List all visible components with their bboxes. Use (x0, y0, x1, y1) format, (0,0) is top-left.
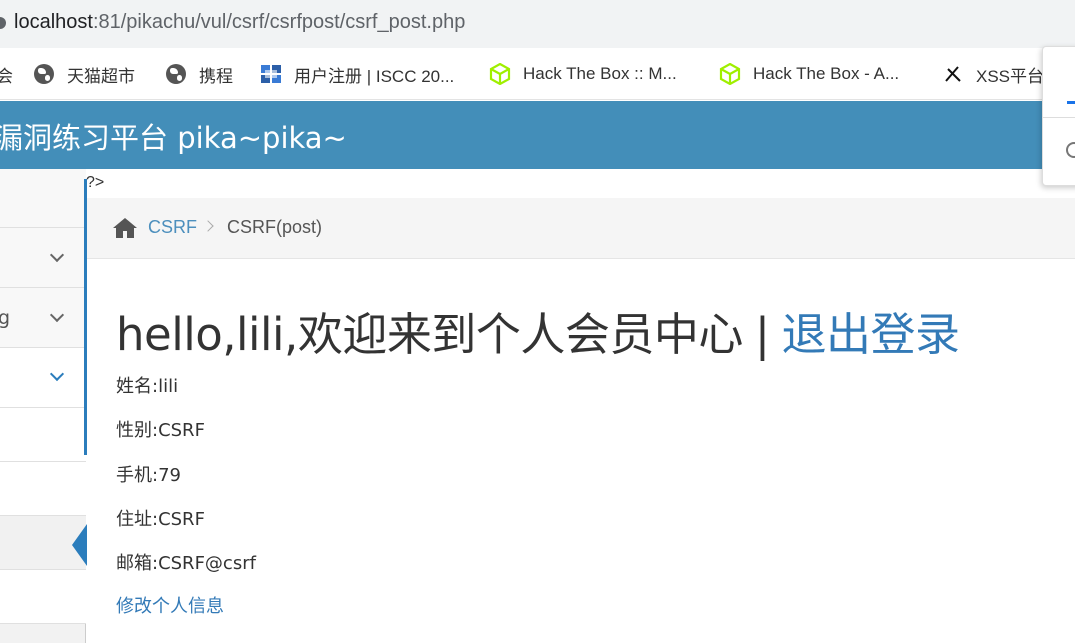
sidebar-subitem[interactable] (0, 408, 86, 462)
bookmark-label: Hack The Box - A... (753, 64, 900, 83)
breadcrumb: CSRF CSRF(post) (87, 198, 1075, 259)
edit-profile-link[interactable]: 修改个人信息 (116, 592, 224, 618)
browser-popup[interactable] (1042, 46, 1075, 186)
bookmarks-bar: 会 天猫超市 携程 用户注册 | ISCC 20... Hack The Box… (0, 48, 1075, 100)
bookmark-item[interactable]: 天猫超市 (33, 62, 135, 86)
sidebar: g (0, 169, 86, 643)
info-address: 住址:CSRF (116, 509, 205, 530)
bookmark-item[interactable]: 携程 (165, 62, 233, 86)
bookmark-item[interactable]: Hack The Box - A... (719, 62, 899, 86)
bookmark-item[interactable]: Hack The Box :: M... (489, 62, 677, 86)
sidebar-item-csrf[interactable] (0, 348, 86, 408)
app-header: 漏洞练习平台 pika~pika~ (0, 101, 1075, 169)
site-info-icon[interactable] (0, 17, 6, 29)
url-path: :81/pikachu/vul/csrf/csrfpost/csrf_post.… (92, 11, 466, 33)
google-icon[interactable] (1066, 142, 1075, 158)
sidebar-subitem[interactable] (0, 570, 86, 624)
chevron-down-icon (49, 247, 65, 263)
htb-cube-icon (719, 63, 741, 85)
info-phone: 手机:79 (116, 465, 181, 486)
breadcrumb-link-csrf[interactable]: CSRF (148, 217, 197, 238)
divider (1043, 117, 1075, 118)
page-title: hello,lili,欢迎来到个人会员中心 | 退出登录 (116, 298, 960, 363)
info-name: 姓名:lili (116, 376, 179, 397)
url-host: localhost (14, 11, 93, 33)
bookmark-item[interactable]: 用户注册 | ISCC 20... (260, 62, 454, 86)
chevron-down-icon (49, 307, 65, 323)
info-gender: 性别:CSRF (116, 420, 205, 441)
logout-link[interactable]: 退出登录 (782, 308, 961, 361)
breadcrumb-current: CSRF(post) (227, 217, 323, 237)
address-bar[interactable]: localhost:81/pikachu/vul/csrf/csrfpost/c… (0, 0, 1075, 48)
htb-cube-icon (489, 63, 511, 85)
title-separator: | (754, 308, 770, 361)
bookmark-item[interactable]: XSS平台 (942, 62, 1044, 86)
bookmark-label: Hack The Box :: M... (523, 64, 677, 83)
bookmark-label: 会 (0, 66, 13, 86)
chevron-down-icon (49, 366, 65, 382)
sidebar-item[interactable] (0, 169, 86, 228)
sidebar-subitem[interactable] (0, 462, 86, 516)
url-text[interactable]: localhost:81/pikachu/vul/csrf/csrfpost/c… (14, 11, 465, 34)
tab-underline (1067, 101, 1075, 104)
iscc-icon (260, 63, 282, 85)
globe-icon (165, 63, 187, 85)
bookmark-label: 用户注册 | ISCC 20... (294, 66, 455, 86)
chevron-right-icon (202, 220, 214, 232)
bookmark-label: XSS平台 (976, 66, 1045, 86)
globe-icon (33, 63, 55, 85)
php-leak-text: ?> (86, 174, 105, 191)
sidebar-item[interactable] (0, 228, 86, 288)
info-email: 邮箱:CSRF@csrf (116, 553, 256, 574)
app-title[interactable]: 漏洞练习平台 pika~pika~ (0, 115, 347, 157)
bookmark-item[interactable]: 会 (0, 62, 13, 86)
bookmark-label: 天猫超市 (67, 66, 135, 86)
xss-icon (942, 63, 964, 85)
sidebar-item[interactable]: g (0, 288, 86, 348)
home-icon[interactable] (113, 217, 137, 239)
active-arrow-icon (72, 524, 87, 566)
welcome-text: hello,lili,欢迎来到个人会员中心 (116, 308, 743, 361)
bookmark-label: 携程 (199, 66, 233, 86)
sidebar-item-label: g (0, 307, 11, 329)
